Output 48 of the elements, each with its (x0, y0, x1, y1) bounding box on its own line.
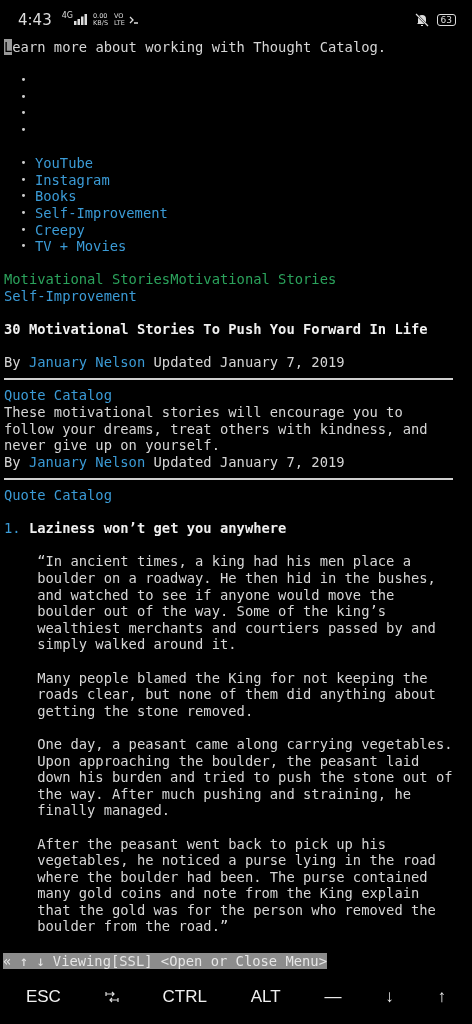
bullet-mark: • (20, 106, 27, 121)
extra-key[interactable]: ALT (244, 982, 287, 1011)
author-link[interactable]: January Nelson (28, 354, 146, 371)
text-link[interactable]: Quote Catalog (4, 387, 112, 405)
clock-time: 4:43 (18, 10, 52, 29)
terminal-prompt-icon (128, 15, 139, 24)
bullet-mark: • (20, 222, 27, 237)
bullet-mark: • (20, 239, 27, 254)
extra-key[interactable]: ↑ (431, 982, 453, 1011)
text-link[interactable]: Self-Improvement (4, 287, 137, 305)
signal-icon (74, 14, 87, 25)
bullet-mark: • (20, 205, 27, 220)
article-title: 30 Motivational Stories To Push You Forward In Life (4, 321, 428, 338)
menu-link[interactable]: Self-Improvement (34, 204, 168, 222)
author-link[interactable]: January Nelson (28, 453, 146, 471)
tab-arrows-icon (104, 990, 119, 1003)
bullet-mark: • (20, 122, 27, 137)
story-paragraph: After the peasant went back to pick up his vegetables, he noticed a purse lying in the road where the boulder had been. The purse contained many gold coins and note from the King explain that the gold was for the person who removed the boulder from the road.” (37, 835, 437, 936)
extra-key[interactable]: — (318, 982, 348, 1011)
updated-date: Updated January 7, 2019 (153, 453, 345, 471)
article-summary: These motivational stories will encourage you to follow your dreams, treat others with kindness, and never give up on yourself. (4, 404, 429, 454)
menu-link[interactable]: Books (34, 188, 77, 205)
updated-date: Updated January 7, 2019 (153, 354, 345, 371)
extra-key[interactable]: ↓ (379, 982, 400, 1011)
story-paragraph: Many people blamed the King for not keeping the roads clear, but none of them did anything about getting the stone removed. (37, 669, 437, 720)
menu-link[interactable]: Instagram (34, 171, 110, 189)
story-paragraph: One day, a peasant came along carrying vegetables. Upon approaching the boulder, the peasant laid down his burden and tried to push the stone out of the way. After much pushing and straining, he finally managed. (37, 735, 453, 819)
category-link[interactable]: Motivational StoriesMotivational Stories (4, 271, 337, 288)
bullet-mark: • (20, 156, 27, 171)
battery-indicator: 63 (436, 13, 456, 26)
muted-bell-icon (414, 12, 429, 27)
menu-link[interactable]: TV + Movies (34, 238, 127, 255)
terminal-text: Learn more about working with Thought Catalog. (4, 39, 388, 56)
bullet-mark: • (20, 172, 27, 187)
text-link[interactable]: Quote Catalog (4, 487, 112, 504)
bullet-mark: • (20, 73, 27, 88)
extra-key[interactable]: CTRL (156, 982, 213, 1011)
bullet-mark: • (20, 189, 27, 204)
menu-link[interactable]: Creepy (34, 221, 85, 239)
section-heading: Laziness won’t get you anywhere (28, 520, 287, 537)
byline-label: By (4, 453, 21, 471)
story-paragraph: “In ancient times, a king had his men place a boulder on a roadway. He then hid in the bushes, and watched to see if anyone would move the boulder out of the way. Some of the king’s wealthiest merchants and courtiers passed by and simply walked around it. (37, 553, 437, 653)
extra-key[interactable]: ESC (19, 982, 67, 1011)
list-number: 1. (4, 520, 21, 537)
network-type: 4G (61, 11, 73, 20)
menu-link[interactable]: YouTube (34, 155, 94, 172)
bullet-mark: • (20, 89, 27, 104)
byline-label: By (4, 354, 21, 371)
